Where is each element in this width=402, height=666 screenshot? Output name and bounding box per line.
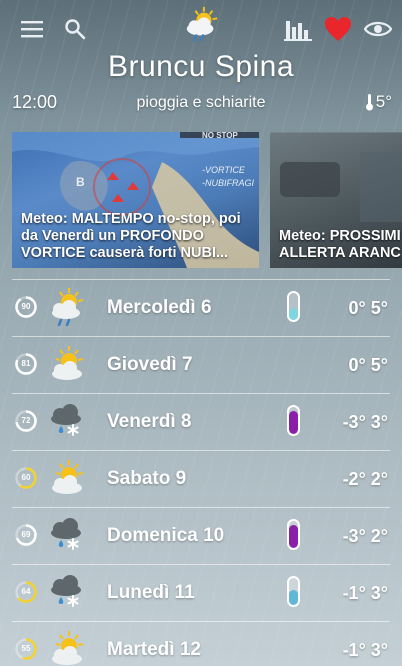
top-bar xyxy=(0,0,402,56)
temp-min: 0° xyxy=(348,298,366,318)
forecast-temps: -2° 2° xyxy=(343,469,388,490)
map-label: B xyxy=(76,175,85,189)
temp-max: 5° xyxy=(370,355,388,375)
snow-level-fill xyxy=(289,411,298,434)
map-label: -VORTICE xyxy=(202,165,245,175)
snow-level-gauge xyxy=(287,576,300,607)
snow-level-fill xyxy=(289,525,298,548)
forecast-day: Venerdì 8 xyxy=(107,411,192,432)
cloud-snow-rain-icon xyxy=(47,400,87,440)
score-value: 60 xyxy=(21,473,31,482)
bar-chart-icon[interactable] xyxy=(283,14,313,44)
forecast-day: Martedì 12 xyxy=(107,639,201,660)
news-card[interactable]: Meteo: PROSSIMI altre Piogge da N ALLERT… xyxy=(270,132,402,268)
snow-level-gauge xyxy=(287,519,300,550)
forecast-row[interactable]: 64 Lunedì 11 -1° 3° xyxy=(12,564,390,621)
eye-icon[interactable] xyxy=(363,14,393,44)
forecast-row[interactable]: 72 Venerdì 8 -3° 3° xyxy=(12,393,390,450)
score-value: 81 xyxy=(21,359,31,368)
thermometer-icon xyxy=(365,94,373,111)
snow-level-gauge xyxy=(287,291,300,322)
forecast-list: 90 Mercoledì 6 0° 5° 81 Giovedì 7 0° 5° 72 Vene… xyxy=(12,279,390,666)
current-temperature: 5° xyxy=(365,92,392,112)
temp-min: -2° xyxy=(342,469,366,489)
cloud-snow-rain-icon xyxy=(47,571,87,611)
forecast-row[interactable]: 69 Domenica 10 -3° 2° xyxy=(12,507,390,564)
temp-max: 3° xyxy=(370,412,388,432)
snow-level-fill xyxy=(289,307,298,320)
forecast-row[interactable]: 55 Martedì 12 -1° 3° xyxy=(12,621,390,666)
current-condition: pioggia e schiarite xyxy=(136,94,266,111)
score-value: 90 xyxy=(21,302,31,311)
forecast-temps: 0° 5° xyxy=(349,355,388,376)
forecast-row[interactable]: 60 Sabato 9 -2° 2° xyxy=(12,450,390,507)
forecast-day: Giovedì 7 xyxy=(107,354,193,375)
news-card[interactable]: NO STOP -VORTICE -NUBIFRAGI B Meteo: MAL… xyxy=(12,132,259,268)
news-carousel[interactable]: NO STOP -VORTICE -NUBIFRAGI B Meteo: MAL… xyxy=(12,132,402,268)
forecast-row[interactable]: 90 Mercoledì 6 0° 5° xyxy=(12,279,390,336)
map-label: -NUBIFRAGI xyxy=(202,178,255,188)
score-value: 64 xyxy=(21,587,31,596)
news-title: Meteo: PROSSIMI altre Piogge da N ALLERT… xyxy=(279,228,402,261)
forecast-temps: -1° 3° xyxy=(343,640,388,661)
score-value: 55 xyxy=(21,644,31,653)
temp-min: -1° xyxy=(342,583,366,603)
news-title: Meteo: MALTEMPO no-stop, poi da Venerdì … xyxy=(21,211,241,261)
temp-max: 2° xyxy=(370,526,388,546)
temp-min: -3° xyxy=(342,526,366,546)
score-value: 69 xyxy=(21,530,31,539)
location-title: Bruncu Spina xyxy=(107,50,295,83)
snow-level-fill xyxy=(289,590,298,605)
forecast-day: Domenica 10 xyxy=(107,525,225,546)
temp-max: 2° xyxy=(370,469,388,489)
temp-min: -1° xyxy=(342,640,366,660)
snow-level-gauge xyxy=(287,405,300,436)
temp-min: -3° xyxy=(342,412,366,432)
forecast-row[interactable]: 81 Giovedì 7 0° 5° xyxy=(12,336,390,393)
sun-cloud-rain-icon xyxy=(47,286,87,327)
forecast-temps: -3° 3° xyxy=(343,412,388,433)
map-label: NO STOP xyxy=(202,132,238,140)
temp-max: 3° xyxy=(370,640,388,660)
heart-icon[interactable] xyxy=(323,14,353,44)
cloud-snow-rain-icon xyxy=(47,514,87,554)
forecast-temps: -1° 3° xyxy=(343,583,388,604)
score-value: 72 xyxy=(21,416,31,425)
sun-cloud-rain-icon xyxy=(182,4,222,44)
temp-min: 0° xyxy=(348,355,366,375)
current-temp-value: 5° xyxy=(375,92,392,111)
forecast-day: Mercoledì 6 xyxy=(107,297,212,318)
forecast-temps: -3° 2° xyxy=(343,526,388,547)
search-icon[interactable] xyxy=(60,14,90,44)
sun-cloud-icon xyxy=(47,457,87,497)
forecast-day: Sabato 9 xyxy=(107,468,187,489)
sun-cloud-icon xyxy=(47,628,87,666)
forecast-temps: 0° 5° xyxy=(349,298,388,319)
menu-icon[interactable] xyxy=(17,14,47,44)
sun-cloud-icon xyxy=(47,343,87,383)
temp-max: 5° xyxy=(370,298,388,318)
forecast-day: Lunedì 11 xyxy=(107,582,195,603)
temp-max: 3° xyxy=(370,583,388,603)
